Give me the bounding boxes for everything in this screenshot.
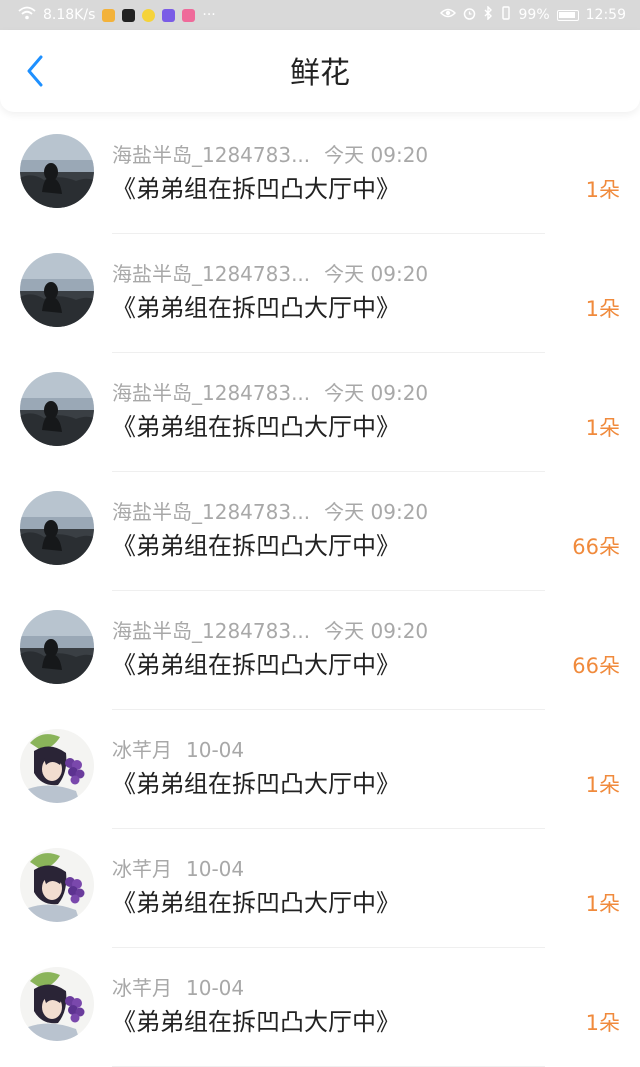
avatar[interactable]	[20, 253, 94, 327]
header: 鲜花	[0, 30, 640, 112]
network-speed: 8.18K/s	[43, 7, 96, 23]
flower-count: 1朵	[585, 773, 620, 797]
more-notifications: ···	[202, 7, 216, 23]
user-name[interactable]: 海盐半岛_1284783...	[112, 262, 310, 286]
alarm-icon	[463, 7, 476, 24]
battery-percent: 99%	[518, 7, 550, 23]
item-meta: 海盐半岛_1284783... 今天 09:20	[112, 619, 428, 643]
item-meta: 海盐半岛_1284783... 今天 09:20	[112, 500, 428, 524]
avatar[interactable]	[20, 610, 94, 684]
flower-count: 1朵	[585, 416, 620, 440]
app-notification-icon	[142, 8, 156, 22]
timestamp: 今天 09:20	[324, 381, 429, 405]
timestamp: 今天 09:20	[324, 262, 429, 286]
list-item[interactable]: 海盐半岛_1284783... 今天 09:20 《弟弟组在拆凹凸大厅中》 66朵	[0, 472, 640, 591]
avatar[interactable]	[20, 372, 94, 446]
timestamp: 今天 09:20	[324, 500, 429, 524]
timestamp: 今天 09:20	[324, 619, 429, 643]
timestamp: 今天 09:20	[324, 143, 429, 167]
work-title[interactable]: 《弟弟组在拆凹凸大厅中》	[112, 173, 400, 205]
user-name[interactable]: 海盐半岛_1284783...	[112, 500, 310, 524]
item-meta: 冰芊月 10-04	[112, 976, 244, 1000]
bluetooth-icon	[483, 5, 493, 24]
timestamp: 10-04	[186, 738, 245, 762]
work-title[interactable]: 《弟弟组在拆凹凸大厅中》	[112, 1006, 400, 1038]
list-item[interactable]: 海盐半岛_1284783... 今天 09:20 《弟弟组在拆凹凸大厅中》 1朵	[0, 115, 640, 234]
avatar[interactable]	[20, 729, 94, 803]
flower-count: 1朵	[585, 1011, 620, 1035]
flower-count: 1朵	[585, 892, 620, 916]
avatar[interactable]	[20, 134, 94, 208]
page-title: 鲜花	[290, 56, 350, 91]
status-right: 99% 12:59	[439, 5, 626, 24]
app-notification-icon	[122, 8, 136, 22]
avatar[interactable]	[20, 491, 94, 565]
timestamp: 10-04	[186, 976, 245, 1000]
wifi-icon	[18, 6, 36, 24]
status-bar: 8.18K/s ··· 99% 12:59	[0, 0, 640, 30]
battery-icon	[556, 9, 579, 21]
user-name[interactable]: 海盐半岛_1284783...	[112, 143, 310, 167]
list-item[interactable]: 冰芊月 10-04 《弟弟组在拆凹凸大厅中》 1朵	[0, 948, 640, 1067]
user-name[interactable]: 冰芊月	[112, 857, 172, 881]
app-notification-icon	[182, 8, 196, 22]
list-item[interactable]: 冰芊月 10-04 《弟弟组在拆凹凸大厅中》 1朵	[0, 710, 640, 829]
avatar[interactable]	[20, 967, 94, 1041]
avatar[interactable]	[20, 848, 94, 922]
work-title[interactable]: 《弟弟组在拆凹凸大厅中》	[112, 649, 400, 681]
status-left: 8.18K/s ···	[18, 6, 216, 24]
user-name[interactable]: 海盐半岛_1284783...	[112, 381, 310, 405]
work-title[interactable]: 《弟弟组在拆凹凸大厅中》	[112, 768, 400, 800]
flower-list: 海盐半岛_1284783... 今天 09:20 《弟弟组在拆凹凸大厅中》 1朵 海盐…	[0, 115, 640, 1067]
user-name[interactable]: 冰芊月	[112, 738, 172, 762]
list-item[interactable]: 海盐半岛_1284783... 今天 09:20 《弟弟组在拆凹凸大厅中》 1朵	[0, 353, 640, 472]
list-item[interactable]: 海盐半岛_1284783... 今天 09:20 《弟弟组在拆凹凸大厅中》 1朵	[0, 234, 640, 353]
vibrate-icon	[500, 6, 512, 24]
eye-icon	[439, 7, 456, 23]
item-meta: 冰芊月 10-04	[112, 738, 244, 762]
item-meta: 海盐半岛_1284783... 今天 09:20	[112, 381, 428, 405]
work-title[interactable]: 《弟弟组在拆凹凸大厅中》	[112, 530, 400, 562]
user-name[interactable]: 海盐半岛_1284783...	[112, 619, 310, 643]
user-name[interactable]: 冰芊月	[112, 976, 172, 1000]
item-meta: 海盐半岛_1284783... 今天 09:20	[112, 143, 428, 167]
flower-count: 66朵	[572, 654, 620, 678]
clock: 12:59	[585, 7, 626, 23]
item-meta: 海盐半岛_1284783... 今天 09:20	[112, 262, 428, 286]
app-notification-icon	[102, 8, 116, 22]
work-title[interactable]: 《弟弟组在拆凹凸大厅中》	[112, 887, 400, 919]
flower-count: 1朵	[585, 297, 620, 321]
app-notification-icon	[162, 8, 176, 22]
item-meta: 冰芊月 10-04	[112, 857, 244, 881]
list-item[interactable]: 冰芊月 10-04 《弟弟组在拆凹凸大厅中》 1朵	[0, 829, 640, 948]
flower-count: 66朵	[572, 535, 620, 559]
work-title[interactable]: 《弟弟组在拆凹凸大厅中》	[112, 411, 400, 443]
timestamp: 10-04	[186, 857, 245, 881]
list-item[interactable]: 海盐半岛_1284783... 今天 09:20 《弟弟组在拆凹凸大厅中》 66朵	[0, 591, 640, 710]
flower-count: 1朵	[585, 178, 620, 202]
work-title[interactable]: 《弟弟组在拆凹凸大厅中》	[112, 292, 400, 324]
